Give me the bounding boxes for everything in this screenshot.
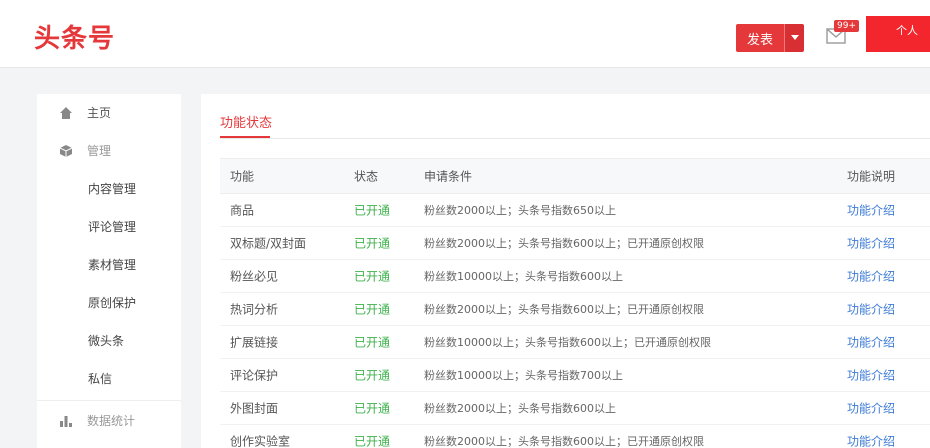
feature-name: 外图封面	[230, 401, 279, 416]
table-header: 功能 状态 申请条件 功能说明	[220, 158, 930, 194]
sidebar-item-stats[interactable]: 数据统计	[37, 402, 181, 440]
feature-intro-link[interactable]: 功能介绍	[847, 334, 895, 351]
main-panel: 功能状态 功能 状态 申请条件 功能说明 商品 已开通 粉丝数2000以上；头条…	[201, 94, 930, 448]
sidebar-subitem-original[interactable]: 原创保护	[37, 284, 181, 322]
home-icon	[60, 107, 72, 119]
condition-text: 粉丝数2000以上；头条号指数600以上；已开通原创权限	[424, 303, 704, 316]
condition-text: 粉丝数2000以上；头条号指数600以上；已开通原创权限	[424, 237, 704, 250]
table-row: 热词分析 已开通 粉丝数2000以上；头条号指数600以上；已开通原创权限 功能…	[220, 293, 930, 326]
tab-feature-status[interactable]: 功能状态	[220, 112, 272, 131]
tab-divider	[220, 138, 930, 139]
sidebar-subitem-label: 评论管理	[88, 220, 137, 234]
feature-intro-link[interactable]: 功能介绍	[847, 202, 895, 219]
condition-text: 粉丝数10000以上；头条号指数600以上；已开通原创权限	[424, 336, 711, 349]
sidebar-subitem-messages[interactable]: 私信	[37, 360, 181, 398]
sidebar-item-label: 主页	[87, 106, 112, 120]
feature-name: 粉丝必见	[230, 269, 279, 284]
publish-dropdown-button[interactable]	[784, 24, 804, 52]
table-row: 外图封面 已开通 粉丝数2000以上；头条号指数600以上 功能介绍	[220, 392, 930, 425]
sidebar-divider	[37, 400, 181, 401]
condition-text: 粉丝数2000以上；头条号指数650以上	[424, 204, 616, 217]
status-badge: 已开通	[354, 236, 391, 251]
feature-table: 功能 状态 申请条件 功能说明 商品 已开通 粉丝数2000以上；头条号指数65…	[220, 158, 930, 448]
cube-icon	[59, 145, 73, 157]
status-badge: 已开通	[354, 368, 391, 383]
column-header-condition: 申请条件	[424, 169, 473, 184]
publish-button[interactable]: 发表	[736, 24, 784, 52]
bar-chart-icon	[60, 416, 72, 427]
column-header-description: 功能说明	[847, 169, 896, 184]
sidebar-subitem-content[interactable]: 内容管理	[37, 170, 181, 208]
top-header: 头条号 发表 99+ 个人	[0, 0, 930, 68]
status-badge: 已开通	[354, 401, 391, 416]
publish-button-group[interactable]: 发表	[736, 24, 804, 52]
profile-label: 个人	[896, 24, 918, 37]
table-row: 双标题/双封面 已开通 粉丝数2000以上；头条号指数600以上；已开通原创权限…	[220, 227, 930, 260]
condition-text: 粉丝数2000以上；头条号指数600以上；已开通原创权限	[424, 435, 704, 448]
feature-intro-link[interactable]: 功能介绍	[847, 433, 895, 448]
sidebar-item-label: 数据统计	[87, 414, 136, 428]
status-badge: 已开通	[354, 203, 391, 218]
sidebar: 主页 管理 内容管理 评论管理 素材管理 原创保护 微头条 私信 数据统计	[37, 94, 181, 448]
feature-name: 创作实验室	[230, 434, 291, 448]
feature-name: 热词分析	[230, 302, 279, 317]
column-header-feature: 功能	[230, 169, 255, 184]
condition-text: 粉丝数10000以上；头条号指数600以上	[424, 270, 623, 283]
feature-name: 评论保护	[230, 368, 279, 383]
sidebar-subitem-label: 素材管理	[88, 258, 137, 272]
chevron-down-icon	[790, 35, 799, 40]
feature-intro-link[interactable]: 功能介绍	[847, 301, 895, 318]
condition-text: 粉丝数10000以上；头条号指数700以上	[424, 369, 623, 382]
feature-intro-link[interactable]: 功能介绍	[847, 400, 895, 417]
brand-logo[interactable]: 头条号	[34, 18, 115, 55]
sidebar-subitem-label: 微头条	[88, 334, 125, 348]
feature-name: 商品	[230, 203, 255, 218]
condition-text: 粉丝数2000以上；头条号指数600以上	[424, 402, 616, 415]
status-badge: 已开通	[354, 302, 391, 317]
status-badge: 已开通	[354, 434, 391, 448]
sidebar-subitem-label: 内容管理	[88, 182, 137, 196]
status-badge: 已开通	[354, 335, 391, 350]
status-badge: 已开通	[354, 269, 391, 284]
feature-name: 双标题/双封面	[230, 236, 307, 251]
sidebar-subitem-label: 原创保护	[88, 296, 137, 310]
sidebar-item-label: 管理	[87, 144, 112, 158]
feature-intro-link[interactable]: 功能介绍	[847, 268, 895, 285]
profile-button[interactable]: 个人	[866, 16, 930, 52]
sidebar-subitem-materials[interactable]: 素材管理	[37, 246, 181, 284]
mail-badge: 99+	[834, 20, 859, 32]
sidebar-item-manage[interactable]: 管理	[37, 132, 181, 170]
table-row: 粉丝必见 已开通 粉丝数10000以上；头条号指数600以上 功能介绍	[220, 260, 930, 293]
sidebar-subitem-weitoutiao[interactable]: 微头条	[37, 322, 181, 360]
table-row: 创作实验室 已开通 粉丝数2000以上；头条号指数600以上；已开通原创权限 功…	[220, 425, 930, 448]
sidebar-item-home[interactable]: 主页	[37, 94, 181, 132]
feature-intro-link[interactable]: 功能介绍	[847, 235, 895, 252]
sidebar-subitem-comments[interactable]: 评论管理	[37, 208, 181, 246]
feature-name: 扩展链接	[230, 335, 279, 350]
column-header-status: 状态	[354, 169, 379, 184]
table-row: 扩展链接 已开通 粉丝数10000以上；头条号指数600以上；已开通原创权限 功…	[220, 326, 930, 359]
table-row: 商品 已开通 粉丝数2000以上；头条号指数650以上 功能介绍	[220, 194, 930, 227]
table-row: 评论保护 已开通 粉丝数10000以上；头条号指数700以上 功能介绍	[220, 359, 930, 392]
feature-intro-link[interactable]: 功能介绍	[847, 367, 895, 384]
sidebar-subitem-label: 私信	[88, 372, 113, 386]
